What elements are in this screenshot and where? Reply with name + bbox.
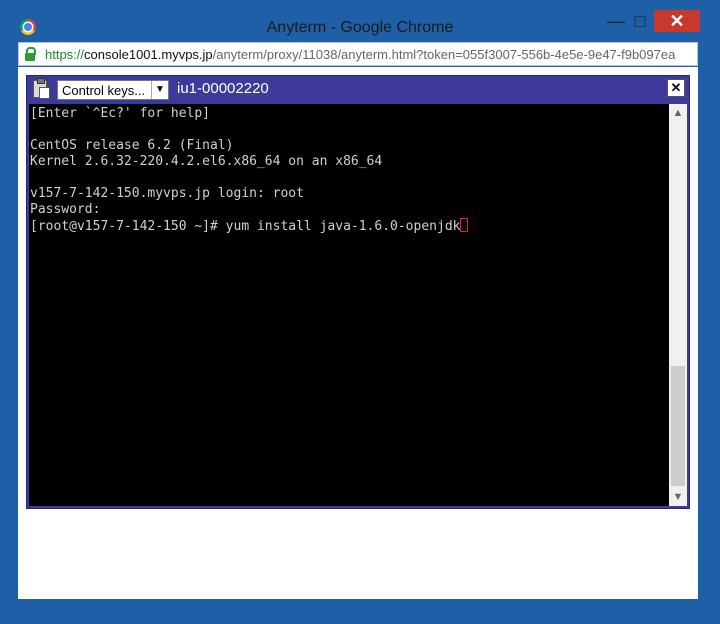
url-path: /anyterm/proxy/11038/anyterm.html?token=…: [212, 47, 676, 62]
url-text[interactable]: https://console1001.myvps.jp/anyterm/pro…: [45, 47, 675, 62]
chevron-down-icon[interactable]: ▼: [151, 81, 168, 99]
close-button[interactable]: ✕: [654, 10, 700, 32]
terminal-close-button[interactable]: ✕: [667, 79, 685, 97]
scroll-thumb[interactable]: [671, 366, 685, 486]
terminal-screen[interactable]: [Enter `^Ec?' for help] CentOS release 6…: [29, 104, 669, 506]
control-keys-label: Control keys...: [62, 83, 146, 98]
browser-window: Anyterm - Google Chrome — □ ✕ https://co…: [0, 0, 720, 624]
control-keys-select[interactable]: Control keys... ▼: [57, 80, 169, 100]
terminal-line: Password:: [30, 202, 101, 217]
title-bar: Anyterm - Google Chrome — □ ✕: [0, 0, 720, 40]
terminal-window: Control keys... ▼ iu1-00002220 ✕ [Enter …: [26, 75, 690, 509]
scroll-down-icon[interactable]: ▼: [669, 488, 687, 506]
clipboard-icon[interactable]: [33, 78, 50, 99]
terminal-header: Control keys... ▼ iu1-00002220 ✕: [27, 76, 689, 104]
url-host: console1001.myvps.jp: [84, 47, 213, 62]
terminal-cursor: [460, 218, 469, 232]
terminal-line: Kernel 2.6.32-220.4.2.el6.x86_64 on an x…: [30, 154, 383, 169]
lock-icon: [25, 47, 36, 61]
terminal-line: CentOS release 6.2 (Final): [30, 138, 234, 153]
page-content: Control keys... ▼ iu1-00002220 ✕ [Enter …: [18, 67, 698, 599]
terminal-command: [root@v157-7-142-150 ~]# yum install jav…: [30, 219, 461, 234]
minimize-button[interactable]: —: [606, 10, 626, 32]
scroll-up-icon[interactable]: ▲: [669, 104, 687, 122]
terminal-line: [Enter `^Ec?' for help]: [30, 106, 211, 121]
terminal-scrollbar[interactable]: ▲ ▼: [669, 104, 687, 506]
maximize-button[interactable]: □: [626, 10, 654, 32]
terminal-line: v157-7-142-150.myvps.jp login: root: [30, 186, 304, 201]
terminal-prompt-line: [root@v157-7-142-150 ~]# yum install jav…: [30, 218, 669, 234]
url-scheme: https://: [45, 47, 85, 62]
address-bar[interactable]: https://console1001.myvps.jp/anyterm/pro…: [18, 42, 698, 66]
session-id: iu1-00002220: [177, 80, 269, 97]
